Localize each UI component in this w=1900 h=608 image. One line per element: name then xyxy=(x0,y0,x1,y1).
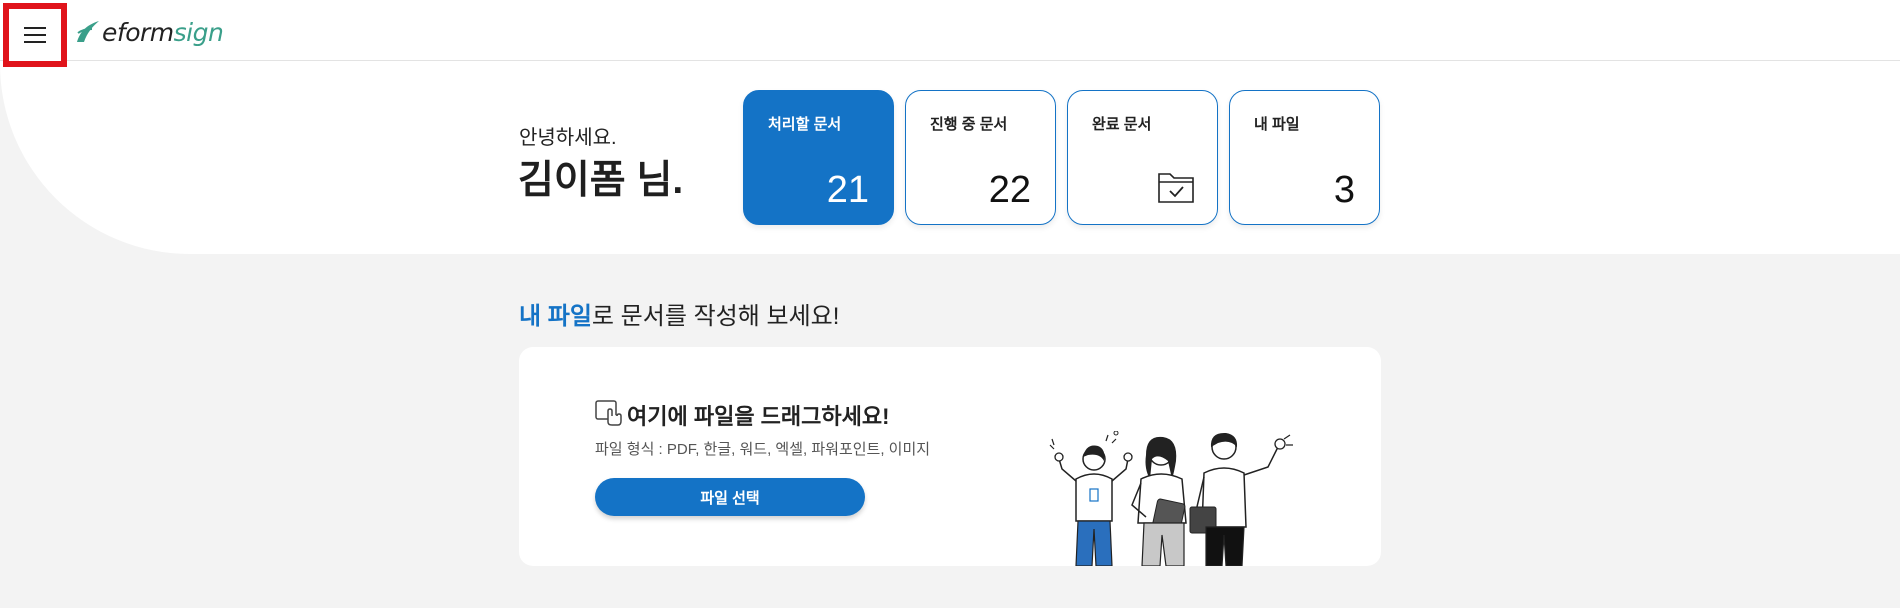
top-bar: eformsign xyxy=(0,0,1900,67)
card-in-progress[interactable]: 진행 중 문서 22 xyxy=(905,90,1056,225)
card-label: 완료 문서 xyxy=(1092,116,1152,133)
select-file-button[interactable]: 파일 선택 xyxy=(595,478,865,516)
card-count: 22 xyxy=(988,169,1031,211)
logo-mark-icon xyxy=(77,21,99,42)
eformsign-logo[interactable]: eformsign xyxy=(74,16,224,48)
greeting-hello: 안녕하세요. xyxy=(519,127,617,149)
card-my-files[interactable]: 내 파일 3 xyxy=(1229,90,1380,225)
file-types-text: 파일 형식 : PDF, 한글, 워드, 엑셀, 파워포인트, 이미지 xyxy=(595,441,931,458)
card-label: 진행 중 문서 xyxy=(930,116,1008,133)
logo-text-sign: sign xyxy=(173,17,224,47)
greeting-user-name: 김이폼 님. xyxy=(518,159,684,202)
card-label: 내 파일 xyxy=(1254,116,1300,133)
card-count: 3 xyxy=(1333,169,1355,211)
hamburger-menu-icon xyxy=(24,27,46,43)
logo-text-form: form xyxy=(116,17,174,47)
card-label: 처리할 문서 xyxy=(768,116,842,133)
team-people-illustration xyxy=(1049,431,1293,566)
menu-button[interactable] xyxy=(3,3,67,67)
card-action-required[interactable]: 처리할 문서 21 xyxy=(743,90,894,225)
logo-text-e: e xyxy=(102,17,117,47)
folder-check-icon xyxy=(1158,173,1194,203)
drag-file-icon xyxy=(595,400,622,426)
file-drop-zone[interactable]: 여기에 파일을 드래그하세요! 파일 형식 : PDF, 한글, 워드, 엑셀,… xyxy=(519,347,1381,566)
drop-title: 여기에 파일을 드래그하세요! xyxy=(627,404,890,429)
card-count: 21 xyxy=(826,169,869,211)
upload-section-title: 내 파일로 문서를 작성해 보세요! xyxy=(519,296,839,331)
section-title-highlight: 내 파일 xyxy=(519,303,592,330)
section-title-rest: 로 문서를 작성해 보세요! xyxy=(591,303,840,330)
card-completed[interactable]: 완료 문서 xyxy=(1067,90,1218,225)
